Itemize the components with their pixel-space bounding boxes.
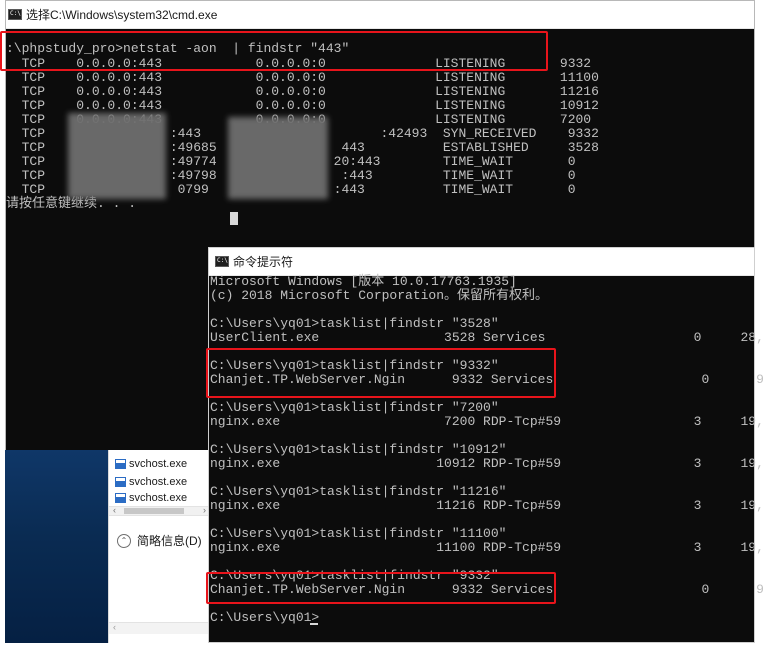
scrollbar-thumb[interactable] [124, 508, 184, 514]
brief-info-label: 简略信息(D) [137, 534, 202, 548]
scroll-left-icon[interactable]: ‹ [113, 505, 116, 515]
horizontal-scrollbar[interactable]: ‹ › [109, 505, 209, 516]
scroll-right-icon[interactable]: › [203, 505, 206, 515]
exe-icon [115, 459, 126, 469]
process-item[interactable]: svchost.exe [115, 455, 187, 473]
exe-icon [115, 477, 126, 487]
back-window-title: 选择C:\Windows\system32\cmd.exe [26, 8, 218, 22]
redaction-blur [228, 117, 328, 199]
back-titlebar[interactable]: 选择C:\Windows\system32\cmd.exe [6, 1, 754, 29]
console-line: Microsoft Windows [版本 10.0.17763.1935] [210, 274, 517, 289]
console-line: nginx.exe 11100 RDP-Tcp#59 3 19,512 K [210, 540, 763, 555]
console-line: nginx.exe 11216 RDP-Tcp#59 3 19,472 K [210, 498, 763, 513]
highlight-tasklist-9332-second [206, 572, 556, 604]
exe-icon [115, 493, 126, 503]
bottom-scrollbar[interactable]: ‹ [109, 622, 209, 634]
cmd-icon [215, 256, 229, 267]
console-line: C:\Users\yq01>tasklist|findstr "7200" [210, 400, 499, 415]
text-cursor [310, 623, 318, 625]
console-line: UserClient.exe 3528 Services 0 28,900 K [210, 330, 763, 345]
process-name: svchost.exe [129, 476, 188, 488]
redaction-blur [68, 113, 166, 199]
task-manager-panel: svchost.exe svchost.exe svchost.exe ‹ › … [108, 450, 209, 643]
process-item[interactable]: svchost.exe [115, 491, 187, 505]
chevron-up-icon: ⌃ [117, 533, 131, 548]
highlight-netstat-command [0, 31, 548, 71]
front-titlebar[interactable]: 命令提示符 [209, 248, 754, 276]
brief-info-button[interactable]: ⌃ 简略信息(D) [117, 532, 202, 549]
console-line: TCP 0.0.0.0:443 0.0.0.0:0 LISTENING 1110… [6, 70, 599, 85]
console-line: C:\Users\yq01>tasklist|findstr "10912" [210, 442, 507, 457]
console-line: TCP 0.0.0.0:443 0.0.0.0:0 LISTENING 1091… [6, 98, 599, 113]
console-line: nginx.exe 10912 RDP-Tcp#59 3 19,732 K [210, 456, 763, 471]
process-item[interactable]: svchost.exe [115, 473, 187, 491]
scroll-left-icon[interactable]: ‹ [113, 622, 116, 632]
desktop-background [5, 450, 108, 643]
process-name: svchost.exe [129, 492, 188, 504]
front-window-title: 命令提示符 [233, 255, 294, 269]
console-line: C:\Users\yq01>tasklist|findstr "3528" [210, 316, 499, 331]
console-line: C:\Users\yq01>tasklist|findstr "11216" [210, 484, 507, 499]
cmd-icon [8, 9, 22, 20]
console-line: TCP 0.0.0.0:443 0.0.0.0:0 LISTENING 1121… [6, 84, 599, 99]
console-line: 请按任意键继续. . . [6, 196, 137, 211]
console-line: nginx.exe 7200 RDP-Tcp#59 3 19,480 K [210, 414, 763, 429]
console-line: C:\Users\yq01> [210, 610, 320, 625]
process-name: svchost.exe [129, 458, 188, 470]
text-cursor [230, 212, 238, 225]
console-line: (c) 2018 Microsoft Corporation。保留所有权利。 [210, 288, 549, 303]
highlight-tasklist-9332 [206, 348, 556, 398]
screenshot: 选择C:\Windows\system32\cmd.exe :\phpstudy… [0, 0, 763, 650]
console-line: C:\Users\yq01>tasklist|findstr "11100" [210, 526, 507, 541]
